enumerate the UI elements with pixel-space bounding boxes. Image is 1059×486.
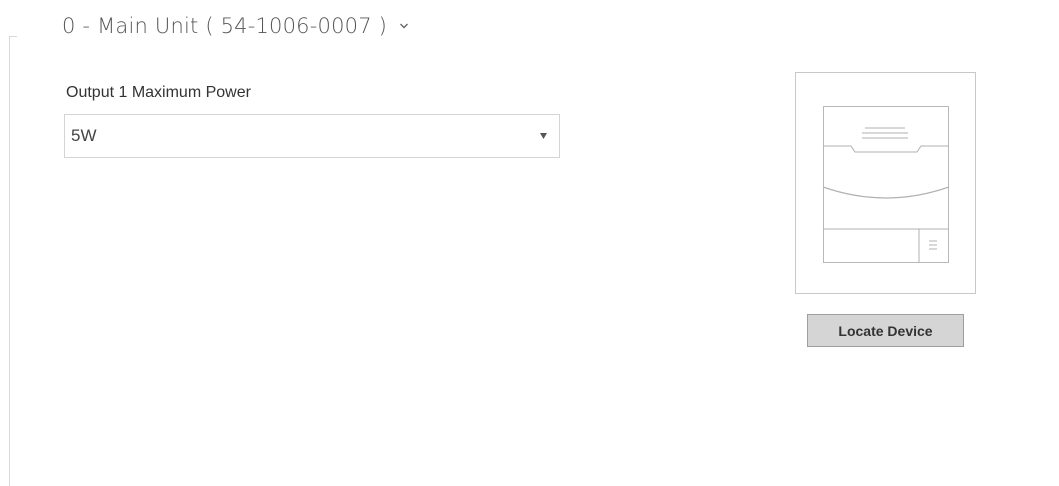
tree-connector-line bbox=[9, 36, 10, 486]
locate-device-button[interactable]: Locate Device bbox=[807, 314, 964, 347]
module-section-header[interactable]: 0 - Main Unit ( 54-1006-0007 ) bbox=[62, 14, 409, 38]
output-power-value: 5W bbox=[71, 126, 97, 145]
output-power-select[interactable]: 5W bbox=[64, 114, 560, 158]
tree-connector-tick bbox=[9, 36, 17, 37]
module-title: 0 - Main Unit ( 54-1006-0007 ) bbox=[62, 14, 388, 38]
device-preview-frame bbox=[795, 72, 976, 294]
output-power-label: Output 1 Maximum Power bbox=[66, 84, 251, 101]
intercom-module-icon bbox=[823, 106, 949, 263]
caret-down-icon bbox=[540, 133, 547, 139]
chevron-down-icon[interactable] bbox=[399, 22, 409, 30]
